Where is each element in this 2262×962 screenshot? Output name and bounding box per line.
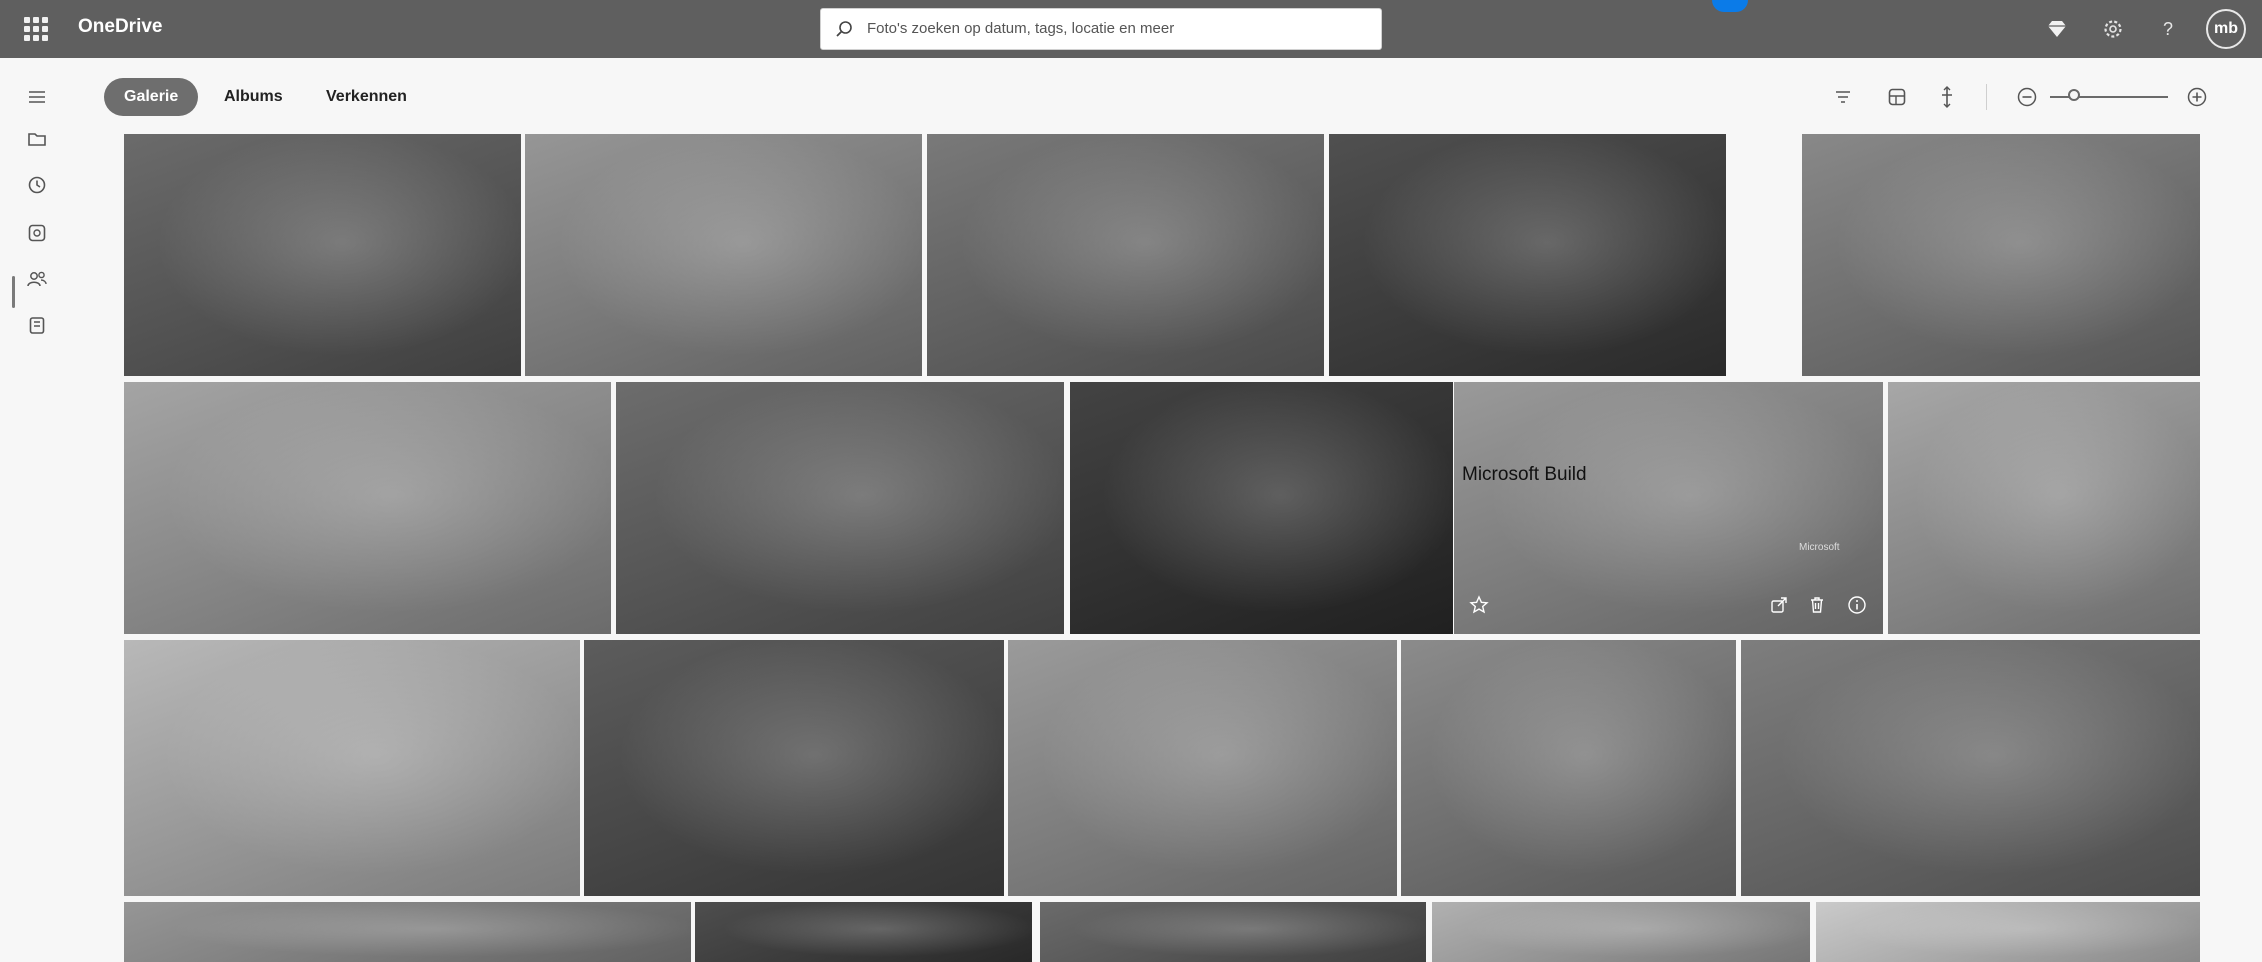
photo-team-laptop[interactable]	[1888, 382, 2200, 634]
layout-icon[interactable]	[1882, 82, 1912, 112]
delete-icon[interactable]	[1804, 592, 1830, 618]
waffle-icon[interactable]	[22, 15, 50, 43]
share-icon[interactable]	[1766, 592, 1792, 618]
photo-speaker-studio[interactable]	[616, 382, 1064, 634]
tab-galerie[interactable]: Galerie	[104, 78, 199, 116]
photo-presenter-screen[interactable]	[1329, 134, 1726, 376]
photo-badge: Microsoft	[1799, 542, 1840, 553]
top-bar: OneDrive Foto's zoeken op datum, tags, l…	[0, 0, 2262, 58]
hamburger-icon[interactable]	[24, 84, 50, 110]
recycle-bin-icon[interactable]	[24, 312, 50, 338]
timeline-icon[interactable]	[1932, 82, 1962, 112]
photo-microsoft-build[interactable]: Microsoft Build Microsoft	[1454, 382, 1883, 634]
tab-albums[interactable]: Albums	[224, 78, 283, 116]
photo-row4-b[interactable]	[695, 902, 1032, 962]
photo-meeting-laughing[interactable]	[584, 640, 1004, 896]
photo-open-office[interactable]	[525, 134, 922, 376]
info-icon[interactable]	[1844, 592, 1870, 618]
search-icon	[836, 21, 852, 37]
tab-verkennen[interactable]: Verkennen	[326, 78, 407, 116]
photo-campus-courtyard[interactable]	[927, 134, 1324, 376]
accent-tab	[1712, 0, 1748, 12]
photo-caption: Microsoft Build	[1462, 464, 1587, 485]
photo-row4-a[interactable]	[124, 902, 691, 962]
search-input[interactable]: Foto's zoeken op datum, tags, locatie en…	[867, 20, 1174, 37]
photo-man-at-desk[interactable]	[1802, 134, 2200, 376]
zoom-out-icon[interactable]	[2012, 82, 2042, 112]
zoom-in-icon[interactable]	[2182, 82, 2212, 112]
avatar[interactable]: mb	[2206, 9, 2246, 49]
photo-row4-e[interactable]	[1816, 902, 2200, 962]
photos-icon[interactable]	[24, 220, 50, 246]
photo-keynote-stage[interactable]	[1070, 382, 1453, 634]
photo-portrait-man[interactable]	[1741, 640, 2200, 896]
search-box[interactable]: Foto's zoeken op datum, tags, locatie en…	[820, 8, 1382, 50]
photo-row4-d[interactable]	[1432, 902, 1810, 962]
diamond-icon[interactable]	[2041, 13, 2073, 45]
zoom-slider-thumb[interactable]	[2068, 89, 2080, 101]
photo-group-discussion[interactable]	[1008, 640, 1397, 896]
photo-round-table-meeting[interactable]	[124, 382, 611, 634]
photo-two-women-smiling[interactable]	[1401, 640, 1736, 896]
photo-pike-place-market[interactable]	[124, 134, 521, 376]
favorite-star-icon[interactable]	[1466, 592, 1492, 618]
help-icon[interactable]: ?	[2152, 13, 2184, 45]
toolbar-divider	[1986, 84, 1987, 110]
people-icon[interactable]	[24, 266, 50, 292]
photo-row4-c[interactable]	[1040, 902, 1426, 962]
folder-icon[interactable]	[24, 126, 50, 152]
gear-icon[interactable]	[2097, 13, 2129, 45]
photo-coding-laptop[interactable]	[124, 640, 580, 896]
app-title[interactable]: OneDrive	[78, 16, 162, 38]
filter-icon[interactable]	[1828, 82, 1858, 112]
recent-icon[interactable]	[24, 172, 50, 198]
left-rail	[0, 58, 70, 944]
rail-selection-indicator	[12, 276, 15, 308]
